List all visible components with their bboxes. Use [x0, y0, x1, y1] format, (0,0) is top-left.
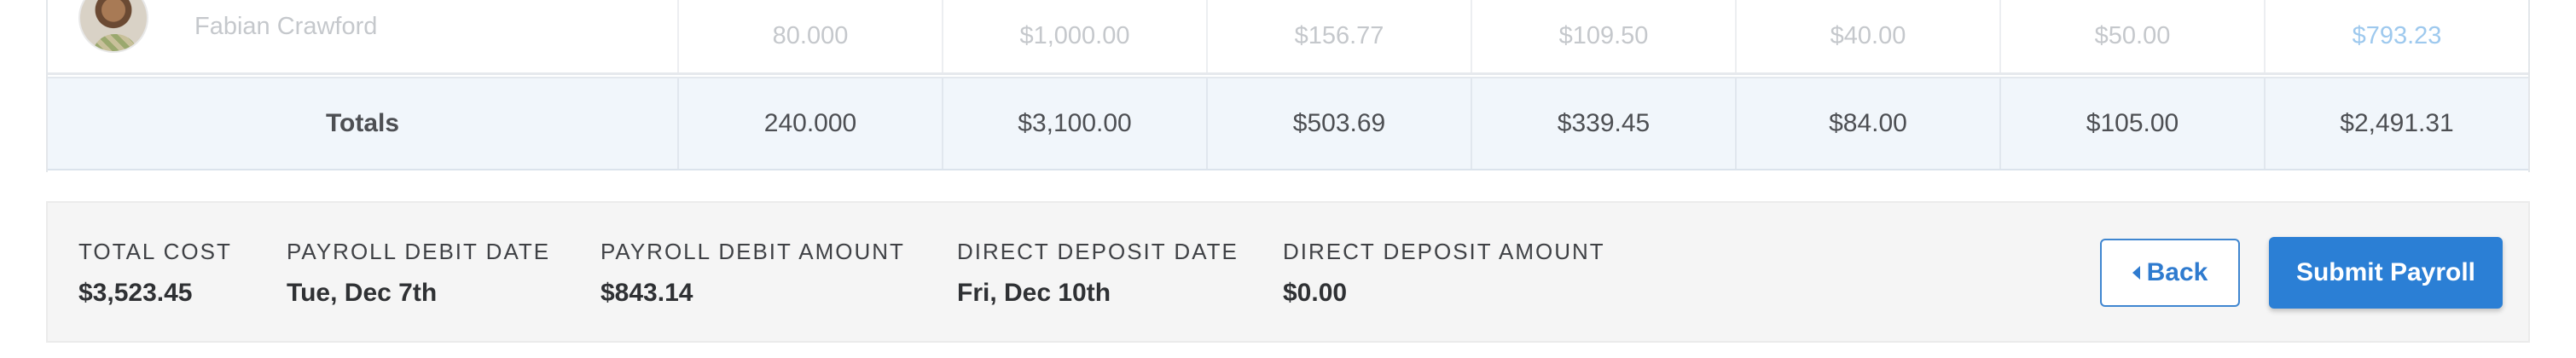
submit-payroll-label: Submit Payroll: [2295, 258, 2476, 286]
total-cost-label: Total Cost: [78, 239, 232, 264]
direct-deposit-amount-value: $0.00: [1283, 279, 1348, 307]
hours-cell: 80.000: [679, 0, 943, 72]
payroll-debit-date-summary: Payroll Debit Date Tue, Dec 7th: [287, 239, 550, 308]
back-button[interactable]: Back: [2100, 239, 2240, 307]
payroll-debit-date-label: Payroll Debit Date: [287, 239, 551, 264]
gross-pay-cell: $1,000.00: [943, 0, 1208, 72]
totals-row: Totals 240.000 $3,100.00 $503.69 $339.45…: [48, 77, 2528, 170]
amount-cell-3: $156.77: [1208, 0, 1472, 72]
direct-deposit-date-value: Fri, Dec 10th: [957, 279, 1111, 307]
total-cost-summary: Total Cost $3,523.45: [78, 239, 232, 308]
net-pay-cell: $793.23: [2352, 22, 2442, 49]
employee-cell: Fabian Crawford: [48, 0, 679, 72]
payroll-summary-bar: Total Cost $3,523.45 Payroll Debit Date …: [46, 201, 2530, 343]
amount-cell-4: $109.50: [1472, 0, 1737, 72]
avatar-shirt: [92, 34, 138, 51]
avatar: [78, 0, 148, 53]
table-row: Fabian Crawford 80.000 $1,000.00 $156.77…: [48, 0, 2528, 75]
back-button-label: Back: [2146, 258, 2208, 286]
payroll-debit-amount-label: Payroll Debit Amount: [600, 239, 905, 264]
total-amount-3: $503.69: [1208, 78, 1472, 169]
payroll-debit-date-value: Tue, Dec 7th: [287, 279, 438, 307]
total-cost-value: $3,523.45: [78, 279, 193, 307]
totals-label: Totals: [48, 78, 679, 169]
direct-deposit-amount-label: Direct Deposit Amount: [1283, 239, 1605, 264]
total-gross-pay: $3,100.00: [943, 78, 1208, 169]
amount-cell-5: $40.00: [1737, 0, 2001, 72]
total-hours: 240.000: [679, 78, 943, 169]
amount-cell-6: $50.00: [2001, 0, 2266, 72]
direct-deposit-date-label: Direct Deposit Date: [957, 239, 1239, 264]
submit-payroll-button[interactable]: Submit Payroll: [2269, 237, 2503, 309]
direct-deposit-date-summary: Direct Deposit Date Fri, Dec 10th: [957, 239, 1239, 308]
direct-deposit-amount-summary: Direct Deposit Amount $0.00: [1283, 239, 1605, 308]
payroll-debit-amount-value: $843.14: [600, 279, 693, 307]
total-amount-5: $84.00: [1737, 78, 2001, 169]
total-amount-4: $339.45: [1472, 78, 1737, 169]
payroll-debit-amount-summary: Payroll Debit Amount $843.14: [600, 239, 905, 308]
total-net-pay: $2,491.31: [2340, 109, 2454, 137]
payroll-table: Fabian Crawford 80.000 $1,000.00 $156.77…: [46, 0, 2530, 172]
caret-left-icon: [2132, 266, 2140, 280]
total-amount-6: $105.00: [2001, 78, 2266, 169]
employee-name: Fabian Crawford: [194, 13, 378, 40]
